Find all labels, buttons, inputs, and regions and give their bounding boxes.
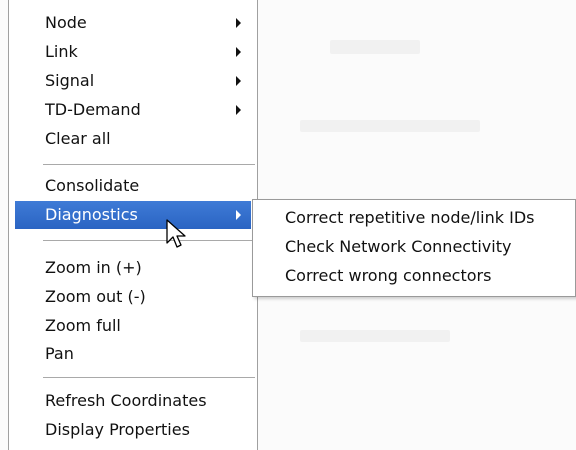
chevron-right-icon bbox=[236, 76, 241, 86]
menu-item-label: Refresh Coordinates bbox=[45, 391, 207, 410]
menu-item-zoom-out[interactable]: Zoom out (-) bbox=[15, 283, 251, 311]
menu-item-label: Pan bbox=[45, 344, 74, 363]
menu-item-label: Zoom out (-) bbox=[45, 287, 146, 306]
menu-item-label: Zoom in (+) bbox=[45, 258, 142, 277]
background-text-blur bbox=[300, 330, 450, 342]
menu-separator bbox=[43, 377, 255, 379]
menu-item-link[interactable]: Link bbox=[15, 38, 251, 66]
menu-item-refresh-coordinates[interactable]: Refresh Coordinates bbox=[15, 387, 251, 415]
menu-item-display-properties[interactable]: Display Properties bbox=[15, 416, 251, 444]
submenu-item-correct-wrong-connectors[interactable]: Correct wrong connectors bbox=[253, 262, 575, 290]
menu-item-label: Zoom full bbox=[45, 316, 121, 335]
submenu-item-label: Correct wrong connectors bbox=[285, 266, 492, 285]
menu-item-signal[interactable]: Signal bbox=[15, 67, 251, 95]
context-menu: Node Link Signal TD-Demand Clear all Con… bbox=[8, 0, 258, 450]
background-text-blur bbox=[300, 120, 480, 132]
submenu-item-label: Correct repetitive node/link IDs bbox=[285, 208, 535, 227]
menu-item-consolidate[interactable]: Consolidate bbox=[15, 172, 251, 200]
chevron-right-icon bbox=[236, 47, 241, 57]
menu-item-zoom-in[interactable]: Zoom in (+) bbox=[15, 254, 251, 282]
menu-item-node[interactable]: Node bbox=[15, 9, 251, 37]
menu-item-zoom-full[interactable]: Zoom full bbox=[15, 312, 251, 340]
menu-item-label: Diagnostics bbox=[45, 205, 138, 224]
menu-separator bbox=[43, 240, 255, 242]
chevron-right-icon bbox=[236, 105, 241, 115]
menu-item-clear-all[interactable]: Clear all bbox=[15, 125, 251, 153]
menu-item-diagnostics[interactable]: Diagnostics bbox=[15, 201, 251, 229]
submenu-item-check-network-connectivity[interactable]: Check Network Connectivity bbox=[253, 233, 575, 261]
menu-separator bbox=[43, 164, 255, 166]
menu-item-label: Clear all bbox=[45, 129, 111, 148]
menu-item-label: Link bbox=[45, 42, 78, 61]
submenu-item-label: Check Network Connectivity bbox=[285, 237, 512, 256]
menu-item-label: Consolidate bbox=[45, 176, 140, 195]
menu-item-label: Display Properties bbox=[45, 420, 190, 439]
diagnostics-submenu: Correct repetitive node/link IDs Check N… bbox=[252, 199, 576, 297]
background-text-blur bbox=[330, 40, 420, 54]
menu-item-label: Signal bbox=[45, 71, 95, 90]
chevron-right-icon bbox=[236, 18, 241, 28]
chevron-right-icon bbox=[236, 210, 241, 220]
submenu-item-correct-repetitive-ids[interactable]: Correct repetitive node/link IDs bbox=[253, 204, 575, 232]
menu-item-td-demand[interactable]: TD-Demand bbox=[15, 96, 251, 124]
menu-item-label: Node bbox=[45, 13, 87, 32]
menu-item-pan[interactable]: Pan bbox=[15, 340, 251, 368]
menu-item-label: TD-Demand bbox=[45, 100, 141, 119]
